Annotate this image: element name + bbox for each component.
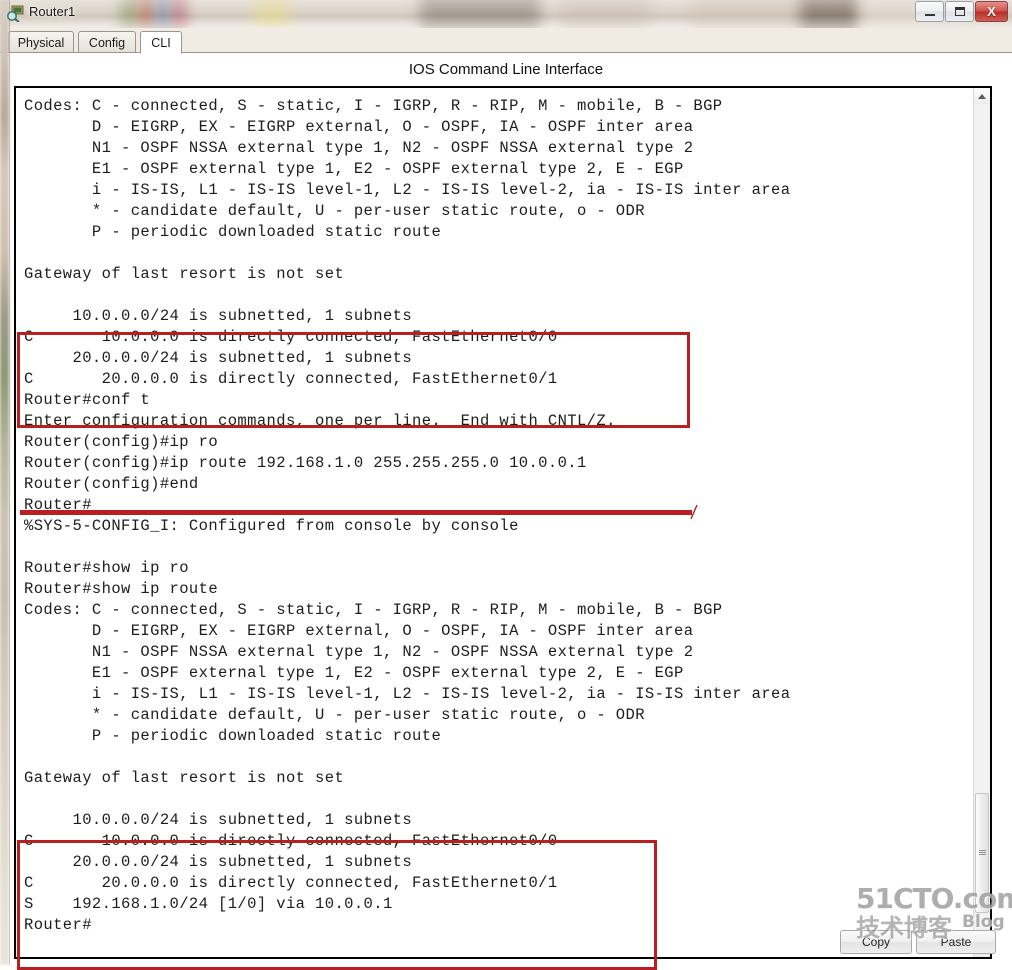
tab-physical[interactable]: Physical: [8, 31, 74, 53]
wallpaper-blur-blob: [172, 0, 186, 28]
paste-button-label: Paste: [940, 935, 972, 949]
router-cli-window: Router1 X Physical Config CLI IOS Comman…: [0, 0, 1012, 970]
tab-cli-label: CLI: [151, 35, 171, 50]
wallpaper-blur-blob: [420, 0, 540, 28]
terminal-output: Codes: C - connected, S - static, I - IG…: [24, 96, 791, 934]
desktop-wallpaper-edge: [0, 0, 9, 965]
maximize-icon: [954, 7, 965, 16]
scroll-up-icon: [978, 93, 986, 99]
copy-button[interactable]: Copy: [840, 930, 912, 954]
tab-strip: Physical Config CLI: [0, 28, 1012, 54]
terminal-frame[interactable]: Codes: C - connected, S - static, I - IG…: [14, 86, 992, 959]
wallpaper-blur-blob: [140, 0, 154, 28]
tab-physical-label: Physical: [17, 35, 65, 50]
scrollbar-thumb[interactable]: [975, 793, 989, 913]
tab-config-label: Config: [88, 35, 126, 50]
window-title-bar[interactable]: Router1: [0, 0, 1012, 28]
cli-panel: IOS Command Line Interface Codes: C - co…: [0, 53, 1012, 970]
router-icon: [7, 5, 24, 22]
wallpaper-blur-blob: [800, 0, 860, 28]
wallpaper-blur-blob: [255, 0, 289, 28]
scrollbar-grip-icon: [978, 850, 986, 856]
cli-header-title: IOS Command Line Interface: [408, 61, 604, 78]
close-button[interactable]: X: [975, 1, 1008, 22]
minimize-icon: [924, 13, 935, 16]
paste-button[interactable]: Paste: [916, 930, 996, 954]
maximize-button[interactable]: [945, 1, 974, 22]
terminal-scrollbar[interactable]: [973, 88, 990, 957]
close-icon: X: [987, 4, 996, 19]
tab-config[interactable]: Config: [78, 31, 136, 53]
scroll-up-button[interactable]: [974, 88, 990, 104]
copy-button-label: Copy: [861, 935, 890, 949]
wallpaper-blur-blob: [156, 0, 170, 28]
tab-cli[interactable]: CLI: [140, 31, 182, 54]
window-title: Router1: [29, 4, 76, 19]
window-left-border: [9, 0, 10, 965]
wallpaper-blur-blob: [120, 0, 140, 28]
wallpaper-blur-blob: [560, 0, 650, 28]
minimize-button[interactable]: [915, 1, 944, 22]
